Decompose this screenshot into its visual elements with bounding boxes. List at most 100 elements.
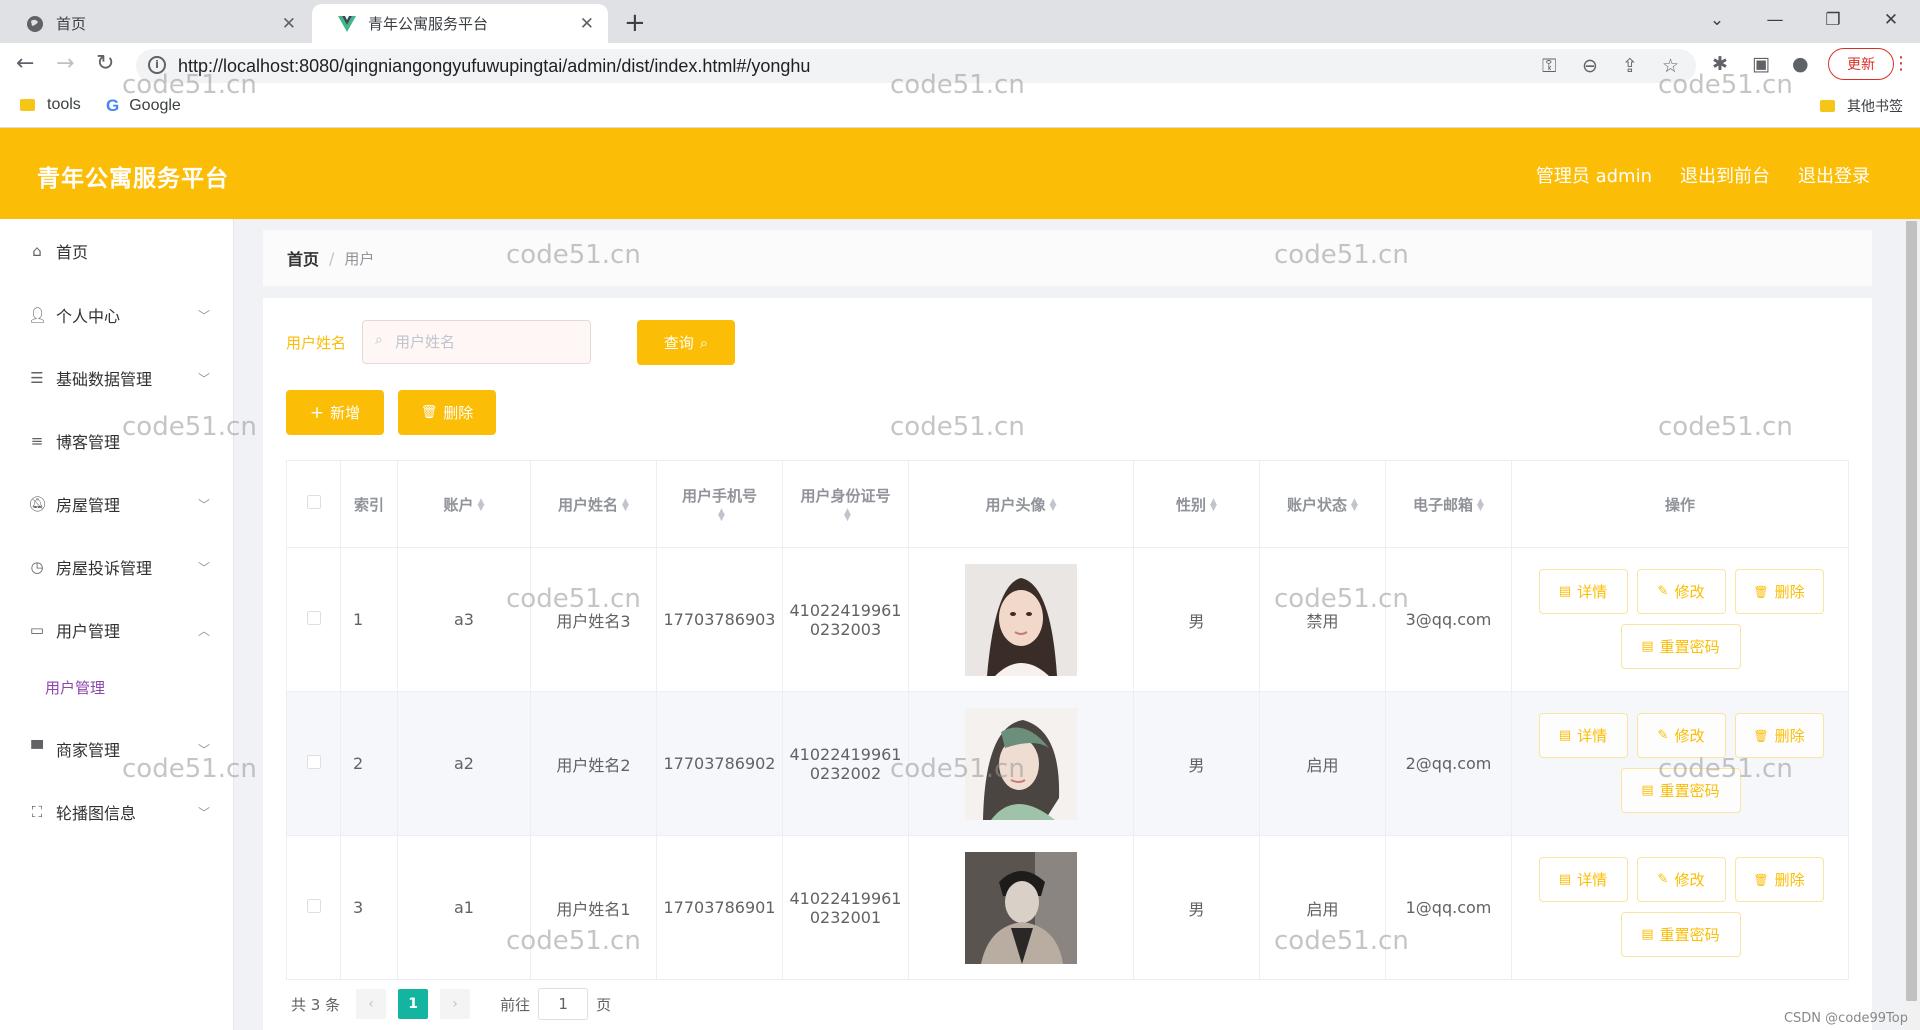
header-account[interactable]: 账户 ▲ ▼ [397,460,531,548]
page-number-current[interactable]: 1 [398,989,429,1019]
detail-label: 详情 [1577,871,1608,889]
search-input[interactable] [395,321,585,363]
forward-icon[interactable]: → [56,51,74,76]
document-icon: ▤ [1558,584,1572,599]
header-links: 管理员 admin 退出到前台 退出登录 [1536,162,1870,188]
extensions-icon[interactable]: ✱ [1712,53,1728,75]
profile-icon[interactable]: ● [1792,53,1809,75]
bookmark-label: Google [129,97,181,114]
admin-label: 管理员 admin [1535,166,1652,187]
sidebar-item-blog[interactable]: ≡ 博客管理 [0,421,234,461]
sidebar-item-complaint[interactable]: ◷ 房屋投诉管理 ﹀ [0,547,234,587]
browser-tab-home[interactable]: 首页 ✕ [0,4,310,43]
sidebar-item-home[interactable]: ⌂ 首页 [0,231,234,271]
reset-password-button[interactable]: ▤ 重置密码 [1620,768,1741,813]
header-name[interactable]: 用户姓名 ▲ ▼ [530,460,657,548]
zoom-icon[interactable]: ⊖ [1582,55,1598,77]
edit-button[interactable]: ✎ 修改 [1636,713,1726,758]
avatar-image[interactable] [965,563,1077,676]
bookmark-google[interactable]: G Google [106,96,181,116]
key-icon[interactable]: ⚿ [1542,55,1556,77]
page-scrollbar[interactable] [1903,219,1920,1030]
sort-icon[interactable]: ▲ ▼ [718,508,725,523]
sidebar-item-profile[interactable]: 👤︎ 个人中心 ﹀ [0,295,234,335]
sort-icon[interactable]: ▲ ▼ [1050,498,1057,513]
sort-icon[interactable]: ▲ ▼ [1477,498,1484,513]
share-icon[interactable]: ⇪ [1622,55,1638,77]
logout-link[interactable]: 退出登录 [1798,162,1870,188]
row-checkbox[interactable] [306,755,321,769]
cell-idcard: 41022419961 0232002 [782,691,909,836]
browser-tab-active[interactable]: 青年公寓服务平台 ✕ [312,4,608,43]
sidebar-item-basic-data[interactable]: ☰ 基础数据管理 ﹀ [0,358,234,398]
bookmark-tools[interactable]: tools [20,96,81,114]
new-tab-icon[interactable]: + [624,8,646,38]
batch-delete-button[interactable]: 🗑︎ 删除 [398,390,496,435]
url-text: http://localhost:8080/qingniangongyufuwu… [178,56,811,76]
breadcrumb-home[interactable]: 首页 [287,246,319,270]
header-phone[interactable]: 用户手机号 ▲ ▼ [656,460,783,548]
close-icon[interactable]: ✕ [580,14,594,34]
restore-icon[interactable]: ❐ [1804,0,1862,40]
sort-icon[interactable]: ▲ ▼ [844,508,851,523]
header-gender[interactable]: 性别 ▲ ▼ [1133,460,1260,548]
header-status[interactable]: 账户状态 ▲ ▼ [1259,460,1386,548]
url-field[interactable]: i http://localhost:8080/qingniangongyufu… [136,49,1696,83]
row-checkbox[interactable] [306,899,321,913]
sidepanel-icon[interactable]: ▣ [1752,53,1770,75]
edit-button[interactable]: ✎ 修改 [1636,857,1726,902]
close-window-icon[interactable]: ✕ [1862,0,1920,40]
back-to-front-link[interactable]: 退出到前台 [1680,162,1770,188]
query-button[interactable]: 查询 ⌕ [637,320,735,365]
trash-icon: 🗑︎ [420,405,438,420]
edit-button[interactable]: ✎ 修改 [1636,569,1726,614]
back-icon[interactable]: ← [16,51,34,76]
avatar-image[interactable] [965,851,1077,964]
star-icon[interactable]: ☆ [1662,55,1679,77]
other-bookmarks[interactable]: 其他书签 [1820,96,1903,116]
row-delete-button[interactable]: 🗑︎ 删除 [1734,713,1824,758]
sort-icon[interactable]: ▲ ▼ [478,498,485,513]
row-delete-button[interactable]: 🗑︎ 删除 [1734,569,1824,614]
select-all-checkbox[interactable] [306,495,321,509]
sidebar-item-house[interactable]: 🔕︎ 房屋管理 ﹀ [0,484,234,524]
row-delete-button[interactable]: 🗑︎ 删除 [1734,857,1824,902]
update-button[interactable]: 更新 [1828,48,1894,80]
avatar-image[interactable] [965,707,1077,820]
sort-icon[interactable]: ▲ ▼ [1351,498,1358,513]
header-idcard[interactable]: 用户身份证号 ▲ ▼ [782,460,909,548]
header-email[interactable]: 电子邮箱 ▲ ▼ [1385,460,1512,548]
header-avatar[interactable]: 用户头像 ▲ ▼ [908,460,1134,548]
detail-button[interactable]: ▤ 详情 [1538,713,1628,758]
sidebar-item-users[interactable]: ▭ 用户管理 ︿ [0,610,234,650]
row-checkbox[interactable] [306,611,321,625]
chevron-down-icon[interactable]: ⌄ [1688,0,1746,40]
detail-button[interactable]: ▤ 详情 [1538,857,1628,902]
next-page-icon[interactable]: › [440,989,471,1019]
edit-icon: ✎ [1657,872,1669,887]
add-button[interactable]: + 新增 [286,390,384,435]
row-actions: ▤ 详情 ✎ 修改 🗑︎ 删除 ▤ 重置密码 [1513,548,1848,691]
sidebar-item-merchant[interactable]: ▀ 商家管理 ﹀ [0,729,234,769]
submenu-item-user-management[interactable]: 用户管理 [45,677,105,698]
more-icon[interactable]: ⋮ [1892,53,1910,74]
sort-icon[interactable]: ▲ ▼ [622,498,629,513]
add-button-label: 新增 [330,404,361,422]
info-icon[interactable]: i [148,56,166,74]
sort-icon[interactable]: ▲ ▼ [1210,498,1217,513]
reload-icon[interactable]: ↻ [96,51,114,76]
bell-off-icon: 🔕︎ [28,495,48,513]
chevron-down-icon: ﹀ [197,497,210,512]
reset-password-button[interactable]: ▤ 重置密码 [1620,912,1741,957]
prev-page-icon[interactable]: ‹ [356,989,387,1019]
reset-label: 重置密码 [1659,638,1720,656]
cell-actions: ▤ 详情 ✎ 修改 🗑︎ 删除 ▤ 重置密码 [1511,547,1849,692]
reset-password-button[interactable]: ▤ 重置密码 [1620,624,1741,669]
scrollbar-thumb[interactable] [1906,221,1917,1001]
cell-avatar [908,547,1134,692]
minimize-icon[interactable]: — [1746,0,1804,40]
sidebar-item-carousel[interactable]: ⛶ 轮播图信息 ﹀ [0,792,234,832]
detail-button[interactable]: ▤ 详情 [1538,569,1628,614]
goto-page-input[interactable] [538,988,589,1020]
close-icon[interactable]: ✕ [282,14,296,34]
